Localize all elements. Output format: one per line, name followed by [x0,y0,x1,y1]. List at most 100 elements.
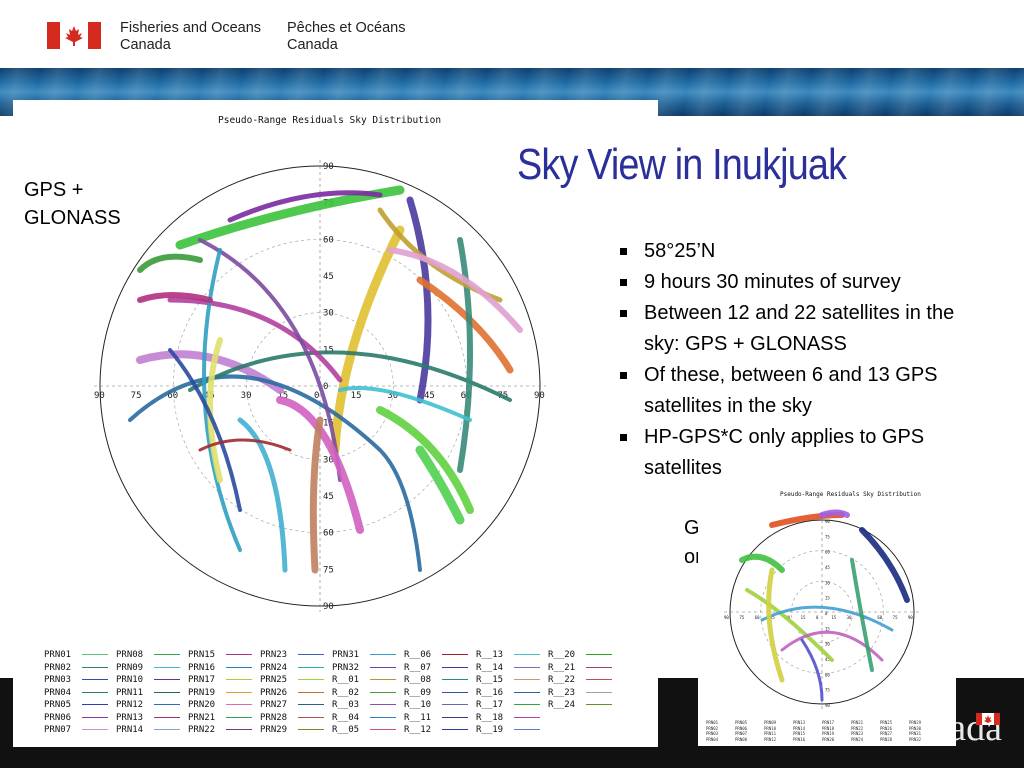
bullet-list: 58°25’N 9 hours 30 minutes of survey Bet… [618,236,988,484]
legend-entry: PRN29 [260,725,324,735]
legend-swatch [82,679,108,680]
legend-entry: R__03 [332,700,396,710]
satellite-track [137,253,203,273]
legend-label: PRN05 [44,700,72,710]
legend-swatch [82,654,108,655]
dept-en-line2: Canada [120,37,171,53]
legend-swatch [154,679,180,680]
legend-entry: PRN02 [44,662,108,673]
legend-label: PRN02 [44,662,72,673]
satellite-track [309,416,324,574]
legend-swatch [442,654,468,655]
legend-swatch [586,704,612,705]
legend-swatch [82,704,108,705]
satellite-track [859,527,910,603]
legend-entry: PRN21 [188,713,252,723]
legend-swatch [586,691,612,693]
legend-entry: PRN22 [851,725,864,731]
legend-label: PRN22 [188,725,216,735]
elevation-tick-label: 90 [534,391,545,401]
legend-label: PRN20 [188,700,216,710]
legend-entry: R__06 [404,650,468,660]
elevation-tick-label: 45 [323,272,334,282]
bullet-item: Between 12 and 22 satellites in the sky:… [618,298,988,360]
legend-swatch [370,666,396,668]
bullet-item: HP-GPS*C only applies to GPS satellites [618,422,988,484]
legend-entry: PRN08 [116,650,180,660]
legend-swatch [226,691,252,693]
legend-entry: PRN17 [822,720,835,725]
elevation-tick-label: 75 [893,615,898,620]
legend-label: R__09 [404,687,432,698]
legend-entry: R__17 [476,700,540,710]
legend-entry: R__21 [548,662,612,673]
legend-swatch [514,729,540,730]
legend-label: R__01 [332,675,360,685]
legend-label: PRN24 [260,662,288,673]
legend-entry: PRN31 [909,731,922,736]
legend-label: R__13 [476,650,504,660]
legend-label: R__03 [332,700,360,710]
legend-entry: PRN17 [188,675,252,685]
legend-swatch [298,729,324,730]
elevation-tick-label: 90 [323,602,334,612]
elevation-tick-label: 30 [323,309,334,319]
satellite-track [739,553,785,573]
legend-entry: PRN06 [735,725,748,731]
legend-entry: R__15 [476,675,540,685]
legend-swatch [442,666,468,668]
legend-swatch [82,729,108,730]
legend-entry: PRN16 [188,662,252,673]
gps-skyplot: 9090757560604545303015150015153030454560… [724,509,920,710]
legend-label: PRN23 [260,650,288,660]
bullet-item: 9 hours 30 minutes of survey [618,267,988,298]
legend-label: PRN10 [116,675,144,685]
legend-entry: PRN32 [332,663,396,673]
legend-entry: PRN24 [260,662,324,673]
legend-label: R__22 [548,675,576,685]
legend-label: PRN08 [116,650,144,660]
legend-entry: R__08 [404,675,468,685]
legend-entry: PRN04 [44,688,108,698]
elevation-tick-label: 60 [825,550,830,555]
legend-entry: R__05 [332,725,396,735]
legend-label: PRN28 [260,712,288,723]
legend-entry: PRN14 [116,725,180,735]
legend-entry: R__11 [404,713,468,723]
legend-label: R__19 [476,725,504,735]
satellite-track [819,509,850,518]
legend-entry: PRN07 [44,725,108,735]
legend-label: R__14 [476,662,504,673]
legend-entry: PRN25 [260,675,324,685]
legend-swatch [82,716,108,718]
legend-label: R__16 [476,687,504,698]
legend-label: PRN15 [188,650,216,660]
legend-entry: PRN02 [706,725,719,731]
legend-swatch [298,691,324,693]
legend-label: R__02 [332,687,360,698]
elevation-tick-label: 30 [847,615,852,620]
legend-label: PRN14 [116,725,144,735]
legend-swatch [226,704,252,705]
main-skyplot-legend: PRN01 PRN02 PRN03 PRN04 PRN05 PRN06 PRN07 PRN08… [44,650,624,742]
legend-entry: PRN11 [764,731,777,736]
legend-label: R__08 [404,675,432,685]
elevation-tick-label: 90 [724,615,729,620]
legend-label: R__21 [548,662,576,673]
legend-entry: PRN24 [851,736,864,742]
elevation-tick-label: 15 [801,615,806,620]
legend-entry: PRN27 [260,700,324,710]
legend-swatch [154,716,180,718]
gnss-label: GPS + GLONASS [24,176,121,232]
legend-label: PRN16 [188,662,216,673]
legend-entry: R__10 [404,700,468,710]
legend-label: PRN13 [116,712,144,723]
legend-swatch [370,691,396,693]
legend-swatch [370,679,396,680]
legend-entry: PRN01 [44,650,108,660]
main-skyplot: 9090757560604545303015150015153030454560… [94,160,546,612]
legend-entry: PRN03 [706,731,719,736]
elevation-tick-label: 15 [825,596,830,601]
legend-swatch [370,729,396,730]
legend-swatch [298,654,324,655]
